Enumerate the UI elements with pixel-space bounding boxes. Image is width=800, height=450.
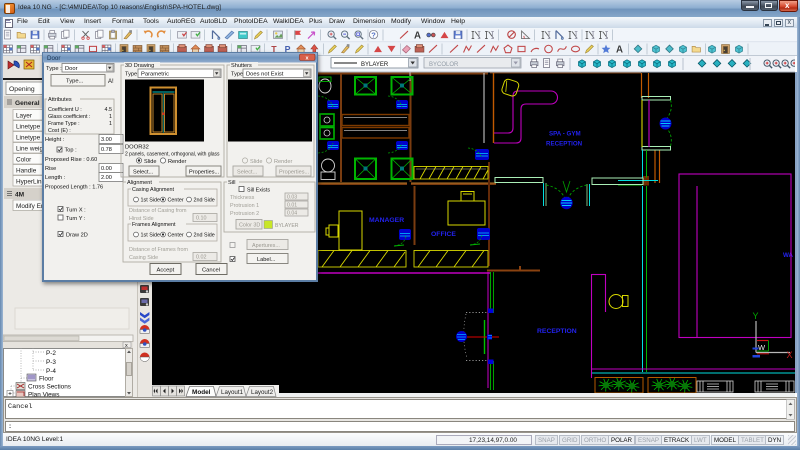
svg-text:2.00: 2.00 <box>101 175 112 181</box>
svg-text:Layout2: Layout2 <box>251 389 274 396</box>
svg-text:2nd Side: 2nd Side <box>194 198 215 204</box>
svg-text:Select...: Select... <box>237 170 258 176</box>
svg-text:0.02: 0.02 <box>196 255 207 261</box>
svg-text:2 panels, casement, orthogonal: 2 panels, casement, orthogonal, with gla… <box>125 152 220 158</box>
svg-text:Casing Alignment: Casing Alignment <box>132 187 174 193</box>
svg-text:Type: Type <box>125 72 137 78</box>
svg-text:Color 3D: Color 3D <box>239 223 260 229</box>
svg-text:Center: Center <box>168 233 184 239</box>
svg-text:Draw 2D: Draw 2D <box>66 233 88 239</box>
svg-text:Top :: Top : <box>65 148 78 154</box>
svg-text:BYCOLOR: BYCOLOR <box>429 62 459 68</box>
svg-text:1st Side: 1st Side <box>141 198 160 204</box>
svg-text:Properties...: Properties... <box>279 170 310 176</box>
svg-text:Cost (E) :: Cost (E) : <box>48 128 71 134</box>
svg-text:RECEPTION: RECEPTION <box>546 141 583 148</box>
svg-text:Proposed Rise : 0.60: Proposed Rise : 0.60 <box>45 157 97 163</box>
svg-text:Turn Y :: Turn Y : <box>66 216 86 222</box>
svg-text:Does not Exist: Does not Exist <box>246 72 284 78</box>
svg-text:3D Drawing: 3D Drawing <box>125 63 154 69</box>
svg-text:Sill Exists: Sill Exists <box>247 188 270 194</box>
svg-text:0.10: 0.10 <box>196 216 207 222</box>
svg-text:Turn X :: Turn X : <box>66 208 86 214</box>
svg-text:Protrusion 1: Protrusion 1 <box>230 203 259 209</box>
svg-text:0.78: 0.78 <box>101 147 112 153</box>
svg-text:Proposed Length : 1.76: Proposed Length : 1.76 <box>45 185 103 191</box>
svg-text:Render: Render <box>274 159 292 165</box>
svg-text:OFFICE: OFFICE <box>431 231 456 238</box>
svg-text:Type...: Type... <box>66 79 84 85</box>
svg-text:Type: Type <box>231 72 243 78</box>
svg-text:0.04: 0.04 <box>287 211 297 217</box>
svg-text:Accept: Accept <box>157 268 175 274</box>
svg-text:Type :: Type : <box>46 66 62 72</box>
svg-text:Render: Render <box>168 159 186 165</box>
svg-text:Label...: Label... <box>257 257 276 263</box>
svg-text:0.00: 0.00 <box>101 166 112 172</box>
svg-text:Distance of Frames from: Distance of Frames from <box>129 247 189 253</box>
svg-text:3.00: 3.00 <box>101 137 112 143</box>
svg-text:BYLAYER: BYLAYER <box>361 62 389 68</box>
svg-text:1st Side: 1st Side <box>141 233 160 239</box>
svg-text:Glass coefficient :: Glass coefficient : <box>48 114 90 120</box>
svg-text:Layout1: Layout1 <box>221 389 244 396</box>
svg-text:Attributes: Attributes <box>48 97 72 103</box>
svg-text:1: 1 <box>109 121 112 127</box>
svg-text:Casing Side: Casing Side <box>129 255 158 261</box>
svg-text:Model: Model <box>192 389 211 396</box>
svg-text:Sill: Sill <box>228 180 235 186</box>
svg-text:Rise: Rise <box>45 166 56 172</box>
svg-text:MANAGER: MANAGER <box>369 217 404 224</box>
svg-text:Door: Door <box>47 55 60 62</box>
svg-text:BYLAYER: BYLAYER <box>275 223 299 229</box>
svg-text:4.5: 4.5 <box>105 107 113 113</box>
svg-text:RECEPTION: RECEPTION <box>537 328 577 335</box>
svg-text:Y: Y <box>753 311 759 321</box>
svg-text:Frame Type :: Frame Type : <box>48 121 80 127</box>
svg-text:Slide: Slide <box>144 159 156 165</box>
svg-text:Slide: Slide <box>250 159 262 165</box>
svg-text:Distance of Casing from: Distance of Casing from <box>129 208 187 214</box>
svg-text:A!: A! <box>108 79 114 85</box>
svg-text:Shutters: Shutters <box>231 63 252 69</box>
svg-text:Door: Door <box>65 66 78 72</box>
svg-text:DOOR32: DOOR32 <box>125 145 149 151</box>
svg-text:Protrusion 2: Protrusion 2 <box>230 211 259 217</box>
svg-text:Alignment: Alignment <box>127 180 152 186</box>
svg-text:Coefficient U :: Coefficient U : <box>48 107 82 113</box>
svg-text:SPA - GYM: SPA - GYM <box>549 131 581 138</box>
svg-text:0.01: 0.01 <box>287 203 297 209</box>
svg-text:Select...: Select... <box>133 170 154 176</box>
svg-text:W: W <box>758 343 766 352</box>
svg-text:Thickness: Thickness <box>230 195 255 201</box>
svg-text:Cancel: Cancel <box>202 268 220 274</box>
svg-text:Center: Center <box>168 198 184 204</box>
svg-text:2nd Side: 2nd Side <box>194 233 215 239</box>
svg-text:Frames Alignment: Frames Alignment <box>132 222 176 228</box>
svg-text:Length :: Length : <box>45 175 66 181</box>
svg-text:Apertures...: Apertures... <box>252 243 280 249</box>
svg-text:Parametric: Parametric <box>141 72 169 78</box>
svg-text:X: X <box>787 350 793 360</box>
svg-text:Height :: Height : <box>45 137 65 143</box>
svg-text:0.03: 0.03 <box>287 195 297 201</box>
svg-text:Properties...: Properties... <box>189 170 220 176</box>
svg-text:WA: WA <box>783 252 793 259</box>
svg-text:1: 1 <box>109 114 112 120</box>
